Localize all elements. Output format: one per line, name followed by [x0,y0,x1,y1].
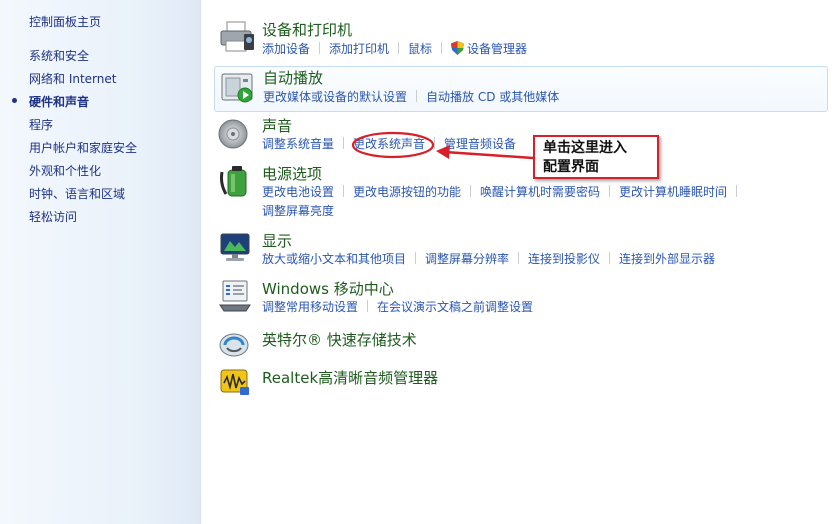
divider [609,252,611,264]
link-add-device[interactable]: 添加设备 [262,42,310,56]
sidebar-item-home[interactable]: 控制面板主页 [29,14,101,30]
divider [609,185,611,197]
category-links: 添加设备 添加打印机 鼠标 设备管理器 [262,41,527,57]
link-add-printer[interactable]: 添加打印机 [329,42,389,56]
divider [441,42,443,54]
active-bullet [12,98,17,103]
annotation-callout: 单击这里进入 配置界面 [533,135,659,179]
link-adjust-brightness[interactable]: 调整屏幕亮度 [262,204,334,218]
category-title[interactable]: 电源选项 [262,165,322,183]
link-screen-resolution[interactable]: 调整屏幕分辨率 [425,252,509,266]
watermark: · · · · · · · · · · · [300,302,402,316]
speaker-icon [218,119,248,149]
link-zoom-text[interactable]: 放大或缩小文本和其他项目 [262,252,406,266]
callout-line1: 单击这里进入 [543,140,627,156]
divider [434,137,436,149]
divider [416,90,418,102]
category-title[interactable]: Realtek高清晰音频管理器 [262,369,438,387]
divider [518,252,520,264]
divider [736,185,738,197]
mobility-center-icon [219,280,251,312]
sidebar-item-ease-of-access[interactable]: 轻松访问 [29,209,77,225]
category-links: 更改电池设置 更改电源按钮的功能 唤醒计算机时需要密码 更改计算机睡眠时间 [262,185,746,200]
link-mouse[interactable]: 鼠标 [408,42,432,56]
link-require-password-wake[interactable]: 唤醒计算机时需要密码 [480,185,600,199]
category-title[interactable]: 显示 [262,232,292,250]
category-links: 更改媒体或设备的默认设置 自动播放 CD 或其他媒体 [263,90,559,105]
category-links: 调整系统音量 更改系统声音 管理音频设备 [262,137,516,152]
link-power-button-function[interactable]: 更改电源按钮的功能 [353,185,461,199]
divider [415,252,417,264]
sidebar-item-user-accounts[interactable]: 用户帐户和家庭安全 [29,140,137,156]
category-title[interactable]: 自动播放 [263,69,323,87]
sidebar-item-appearance[interactable]: 外观和个性化 [29,163,101,179]
uac-shield-icon [451,41,465,55]
sidebar-item-clock-region[interactable]: 时钟、语言和区域 [29,186,125,202]
category-display: 显示 放大或缩小文本和其他项目 调整屏幕分辨率 连接到投影仪 连接到外部显示器 [214,229,826,271]
audio-manager-icon [220,369,249,395]
category-title[interactable]: 声音 [262,117,292,135]
link-manage-audio-devices[interactable]: 管理音频设备 [444,137,516,151]
callout-line2: 配置界面 [543,159,599,175]
divider [343,185,345,197]
category-links: 放大或缩小文本和其他项目 调整屏幕分辨率 连接到投影仪 连接到外部显示器 [262,252,715,267]
category-links-row2: 调整屏幕亮度 [262,204,334,219]
category-sound: 声音 调整系统音量 更改系统声音 管理音频设备 [214,114,826,156]
link-autoplay-cd[interactable]: 自动播放 CD 或其他媒体 [426,90,559,104]
link-adjust-volume[interactable]: 调整系统音量 [262,137,334,151]
printer-icon [220,21,254,52]
monitor-icon [220,233,250,261]
sidebar-item-system-security[interactable]: 系统和安全 [29,48,89,64]
sidebar: 控制面板主页 系统和安全 网络和 Internet 硬件和声音 程序 用户帐户和… [0,0,201,524]
link-change-media-defaults[interactable]: 更改媒体或设备的默认设置 [263,90,407,104]
link-device-manager[interactable]: 设备管理器 [467,42,527,56]
category-title[interactable]: Windows 移动中心 [262,280,394,298]
category-title[interactable]: 设备和打印机 [262,21,352,39]
link-change-system-sounds[interactable]: 更改系统声音 [353,137,425,151]
sidebar-item-network[interactable]: 网络和 Internet [29,71,116,87]
link-change-sleep-time[interactable]: 更改计算机睡眠时间 [619,185,727,199]
autoplay-icon [221,73,253,103]
category-title[interactable]: 英特尔® 快速存储技术 [262,331,417,349]
category-power-options: 电源选项 更改电池设置 更改电源按钮的功能 唤醒计算机时需要密码 更改计算机睡眠时间 … [214,162,826,222]
storage-icon [219,333,249,357]
divider [398,42,400,54]
category-autoplay: 自动播放 更改媒体或设备的默认设置 自动播放 CD 或其他媒体 [214,66,828,112]
divider [319,42,321,54]
link-connect-projector[interactable]: 连接到投影仪 [528,252,600,266]
divider [470,185,472,197]
sidebar-item-hardware-sound[interactable]: 硬件和声音 [29,94,89,110]
divider [343,137,345,149]
category-intel-rst: 英特尔® 快速存储技术 [214,328,826,358]
category-realtek: Realtek高清晰音频管理器 [214,366,826,398]
link-connect-external-display[interactable]: 连接到外部显示器 [619,252,715,266]
category-devices-printers: 设备和打印机 添加设备 添加打印机 鼠标 设备管理器 [214,18,826,58]
sidebar-item-programs[interactable]: 程序 [29,117,53,133]
battery-icon [220,166,247,197]
link-change-battery-settings[interactable]: 更改电池设置 [262,185,334,199]
